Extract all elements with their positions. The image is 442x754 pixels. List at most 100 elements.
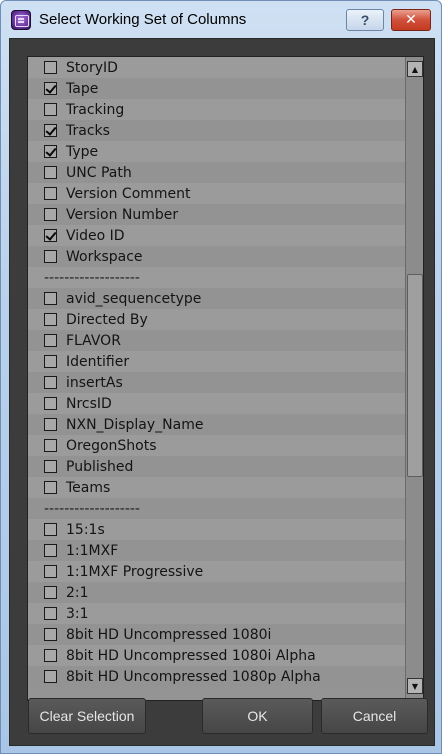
list-item[interactable]: NXN_Display_Name bbox=[28, 414, 405, 435]
title-bar[interactable]: Select Working Set of Columns ? ✕ bbox=[1, 1, 441, 39]
list-item[interactable]: Tracking bbox=[28, 99, 405, 120]
checkbox[interactable] bbox=[44, 565, 57, 578]
list-item[interactable]: 8bit HD Uncompressed 1080p Alpha bbox=[28, 666, 405, 687]
list-item-label: NXN_Display_Name bbox=[66, 416, 204, 433]
checkbox[interactable] bbox=[44, 481, 57, 494]
list-item[interactable]: 2:1 bbox=[28, 582, 405, 603]
list-item-label: Tape bbox=[66, 80, 99, 97]
checkbox[interactable] bbox=[44, 523, 57, 536]
checkbox[interactable] bbox=[44, 376, 57, 389]
list-item[interactable]: StoryID bbox=[28, 57, 405, 78]
list-item[interactable]: Version Comment bbox=[28, 183, 405, 204]
list-item[interactable]: UNC Path bbox=[28, 162, 405, 183]
help-icon: ? bbox=[360, 12, 370, 28]
close-icon: ✕ bbox=[405, 12, 417, 28]
list-item[interactable]: Tracks bbox=[28, 120, 405, 141]
scroll-up-button[interactable]: ▲ bbox=[407, 61, 423, 77]
list-item-label: NrcsID bbox=[66, 395, 112, 412]
checkbox[interactable] bbox=[44, 292, 57, 305]
list-item[interactable]: NrcsID bbox=[28, 393, 405, 414]
app-icon[interactable] bbox=[11, 10, 31, 30]
list-item[interactable]: Teams bbox=[28, 477, 405, 498]
list-item-label: 8bit HD Uncompressed 1080p Alpha bbox=[66, 668, 321, 685]
list-separator: ------------------- bbox=[28, 498, 405, 519]
dialog-window: Select Working Set of Columns ? ✕ StoryI… bbox=[0, 0, 442, 754]
list-item-label: avid_sequencetype bbox=[66, 290, 202, 307]
column-list-box: StoryID Tape Tracking Tracks Type UNC Path Ver… bbox=[27, 56, 424, 701]
checkbox[interactable] bbox=[44, 397, 57, 410]
checkbox[interactable] bbox=[44, 145, 57, 158]
list-item[interactable]: Workspace bbox=[28, 246, 405, 267]
list-item[interactable]: OregonShots bbox=[28, 435, 405, 456]
list-item-label: Video ID bbox=[66, 227, 125, 244]
list-item-label: StoryID bbox=[66, 59, 118, 76]
separator-label: ------------------- bbox=[44, 269, 140, 286]
list-separator: ------------------- bbox=[28, 267, 405, 288]
vertical-scrollbar[interactable]: ▲ ▼ bbox=[405, 57, 423, 700]
list-item[interactable]: Version Number bbox=[28, 204, 405, 225]
close-button[interactable]: ✕ bbox=[391, 9, 431, 31]
checkbox[interactable] bbox=[44, 313, 57, 326]
list-item-label: UNC Path bbox=[66, 164, 132, 181]
list-item-label: 2:1 bbox=[66, 584, 89, 601]
list-item[interactable]: 1:1MXF bbox=[28, 540, 405, 561]
checkbox[interactable] bbox=[44, 649, 57, 662]
checkbox[interactable] bbox=[44, 586, 57, 599]
checkbox[interactable] bbox=[44, 61, 57, 74]
list-item-label: Version Number bbox=[66, 206, 179, 223]
list-item-label: Type bbox=[66, 143, 99, 160]
list-item[interactable]: Type bbox=[28, 141, 405, 162]
checkbox[interactable] bbox=[44, 607, 57, 620]
list-item-label: 3:1 bbox=[66, 605, 89, 622]
scrollbar-thumb[interactable] bbox=[407, 274, 423, 477]
list-item[interactable]: Directed By bbox=[28, 309, 405, 330]
list-item-label: 8bit HD Uncompressed 1080i Alpha bbox=[66, 647, 316, 664]
list-item-label: Tracking bbox=[66, 101, 125, 118]
checkbox[interactable] bbox=[44, 103, 57, 116]
checkbox[interactable] bbox=[44, 670, 57, 683]
dialog-body: StoryID Tape Tracking Tracks Type UNC Path Ver… bbox=[9, 38, 435, 746]
checkbox[interactable] bbox=[44, 187, 57, 200]
list-item-label: Teams bbox=[66, 479, 111, 496]
help-button[interactable]: ? bbox=[346, 9, 384, 31]
list-item[interactable]: 1:1MXF Progressive bbox=[28, 561, 405, 582]
cancel-button[interactable]: Cancel bbox=[321, 698, 428, 734]
checkbox[interactable] bbox=[44, 166, 57, 179]
list-item-label: 8bit HD Uncompressed 1080i bbox=[66, 626, 272, 643]
list-item[interactable]: avid_sequencetype bbox=[28, 288, 405, 309]
list-item[interactable]: 8bit HD Uncompressed 1080i bbox=[28, 624, 405, 645]
list-item[interactable]: 15:1s bbox=[28, 519, 405, 540]
list-item[interactable]: Video ID bbox=[28, 225, 405, 246]
checkbox[interactable] bbox=[44, 250, 57, 263]
list-item[interactable]: FLAVOR bbox=[28, 330, 405, 351]
checkbox[interactable] bbox=[44, 355, 57, 368]
checkbox[interactable] bbox=[44, 229, 57, 242]
list-item[interactable]: 8bit HD Uncompressed 1080i Alpha bbox=[28, 645, 405, 666]
list-item-label: Identifier bbox=[66, 353, 130, 370]
list-item[interactable]: Published bbox=[28, 456, 405, 477]
list-item-label: Workspace bbox=[66, 248, 143, 265]
scroll-down-button[interactable]: ▼ bbox=[407, 678, 423, 694]
list-item-label: Version Comment bbox=[66, 185, 191, 202]
clear-selection-button[interactable]: Clear Selection bbox=[28, 698, 146, 734]
list-item[interactable]: 3:1 bbox=[28, 603, 405, 624]
checkbox[interactable] bbox=[44, 460, 57, 473]
checkbox[interactable] bbox=[44, 82, 57, 95]
checkbox[interactable] bbox=[44, 628, 57, 641]
ok-button[interactable]: OK bbox=[202, 698, 313, 734]
checkbox[interactable] bbox=[44, 334, 57, 347]
list-item[interactable]: Tape bbox=[28, 78, 405, 99]
column-list[interactable]: StoryID Tape Tracking Tracks Type UNC Path Ver… bbox=[28, 57, 405, 700]
checkbox[interactable] bbox=[44, 418, 57, 431]
checkbox[interactable] bbox=[44, 124, 57, 137]
list-item[interactable]: insertAs bbox=[28, 372, 405, 393]
list-item[interactable]: Identifier bbox=[28, 351, 405, 372]
checkbox[interactable] bbox=[44, 544, 57, 557]
list-item-label: 15:1s bbox=[66, 521, 105, 538]
checkbox[interactable] bbox=[44, 208, 57, 221]
checkbox[interactable] bbox=[44, 439, 57, 452]
list-item-label: 1:1MXF Progressive bbox=[66, 563, 204, 580]
list-item-label: Tracks bbox=[66, 122, 110, 139]
list-item-label: 1:1MXF bbox=[66, 542, 119, 559]
list-item-label: Published bbox=[66, 458, 134, 475]
